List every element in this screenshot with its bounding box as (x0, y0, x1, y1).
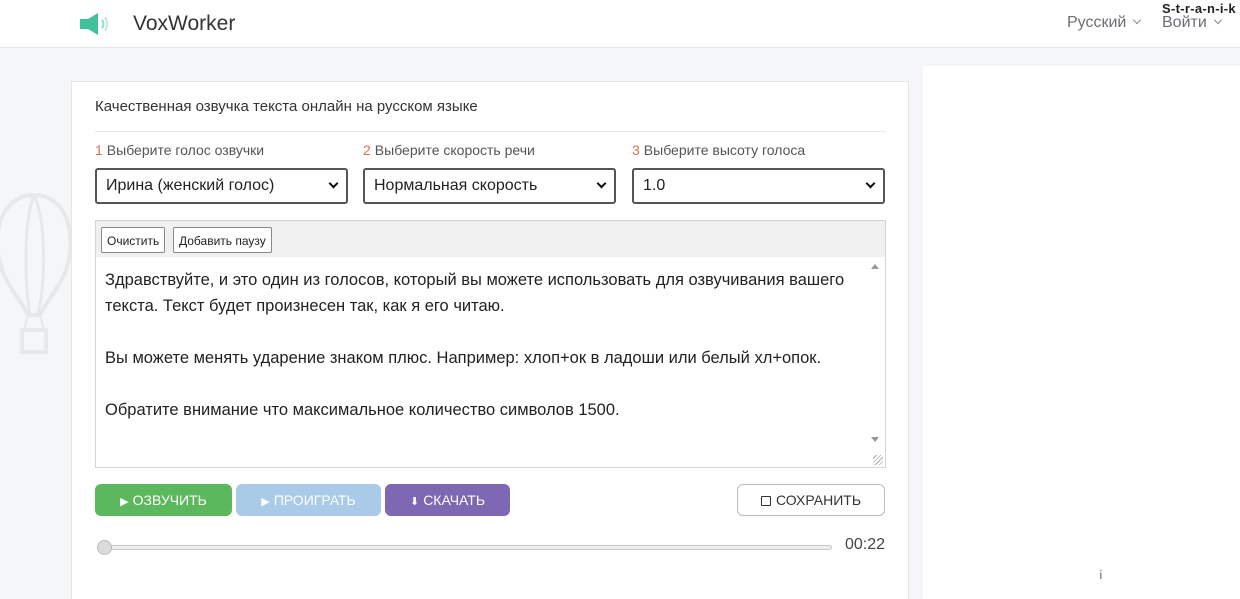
sidebar-panel (923, 66, 1240, 599)
resize-handle[interactable] (873, 455, 883, 465)
brand-name[interactable]: VoxWorker (133, 12, 235, 36)
page-title: Качественная озвучка текста онлайн на ру… (95, 98, 478, 115)
add-pause-button[interactable]: Добавить паузу (173, 227, 272, 253)
text-paragraph: Здравствуйте, и это один из голосов, кот… (105, 271, 845, 315)
pitch-select-value: 1.0 (643, 177, 666, 194)
text-input[interactable]: Здравствуйте, и это один из голосов, кот… (96, 257, 885, 467)
step-voice-label: 1 Выберите голос озвучки (95, 142, 264, 158)
tts-card: Качественная озвучка текста онлайн на ру… (71, 81, 909, 599)
step-number: 3 (632, 142, 640, 158)
voice-select[interactable]: Ирина (женский голос) (95, 168, 348, 204)
step-text: Выберите голос озвучки (106, 142, 265, 158)
text-editor: Очистить Добавить паузу Здравствуйте, и … (95, 220, 886, 468)
chevron-down-icon (1133, 15, 1142, 25)
scroll-down-arrow-icon[interactable] (871, 437, 879, 442)
scroll-up-arrow-icon[interactable] (871, 264, 879, 269)
download-icon: ⬇ (409, 496, 420, 508)
top-navbar: VoxWorker Русский Войти S-t-r-a-n-i-k (0, 0, 1240, 48)
audio-progress-handle[interactable] (97, 540, 112, 555)
chevron-down-icon (328, 178, 339, 189)
chevron-down-icon (865, 178, 876, 189)
recommend-badge-icon: i (1092, 566, 1110, 584)
chevron-down-icon (596, 178, 607, 189)
download-button[interactable]: ⬇ СКАЧАТЬ (385, 484, 510, 516)
text-paragraph: Обратите внимание что максимальное колич… (105, 401, 620, 419)
save-button-label: СОХРАНИТЬ (775, 492, 862, 508)
balloon-illustration (0, 192, 73, 354)
text-paragraph: Вы можете менять ударение знаком плюс. Н… (105, 349, 822, 367)
step-text: Выберите скорость речи (374, 142, 535, 158)
clear-button[interactable]: Очистить (101, 227, 166, 253)
language-label: Русский (1067, 14, 1127, 31)
play-button-label: ПРОИГРАТЬ (273, 492, 356, 508)
audio-progress-track[interactable] (102, 545, 832, 550)
floppy-disk-icon (760, 496, 771, 506)
step-number: 2 (363, 142, 371, 158)
pitch-select[interactable]: 1.0 (632, 168, 885, 204)
login-menu[interactable]: Войти (1162, 14, 1223, 32)
speaker-icon[interactable] (78, 10, 110, 38)
audio-time: 00:22 (845, 536, 886, 553)
language-selector[interactable]: Русский (1067, 14, 1142, 32)
divider (95, 131, 886, 132)
voice-button[interactable]: ▶ ОЗВУЧИТЬ (95, 484, 232, 516)
watermark-bottom: i RECOMMEND.RU (1092, 566, 1220, 584)
voice-select-value: Ирина (женский голос) (106, 177, 275, 194)
watermark-top: S-t-r-a-n-i-k (1162, 1, 1236, 16)
save-button[interactable]: СОХРАНИТЬ (737, 484, 885, 516)
play-icon: ▶ (261, 496, 270, 508)
login-label: Войти (1162, 14, 1207, 31)
voice-button-label: ОЗВУЧИТЬ (132, 492, 207, 508)
play-icon: ▶ (120, 496, 129, 508)
download-button-label: СКАЧАТЬ (423, 492, 486, 508)
step-number: 1 (95, 142, 103, 158)
step-speed-label: 2 Выберите скорость речи (363, 142, 535, 158)
speed-select-value: Нормальная скорость (374, 177, 538, 194)
step-text: Выберите высоту голоса (643, 142, 806, 158)
step-pitch-label: 3 Выберите высоту голоса (632, 142, 805, 158)
speed-select[interactable]: Нормальная скорость (363, 168, 616, 204)
chevron-down-icon (1213, 15, 1223, 25)
play-button[interactable]: ▶ ПРОИГРАТЬ (236, 484, 381, 516)
watermark-text: RECOMMEND.RU (1113, 567, 1220, 582)
